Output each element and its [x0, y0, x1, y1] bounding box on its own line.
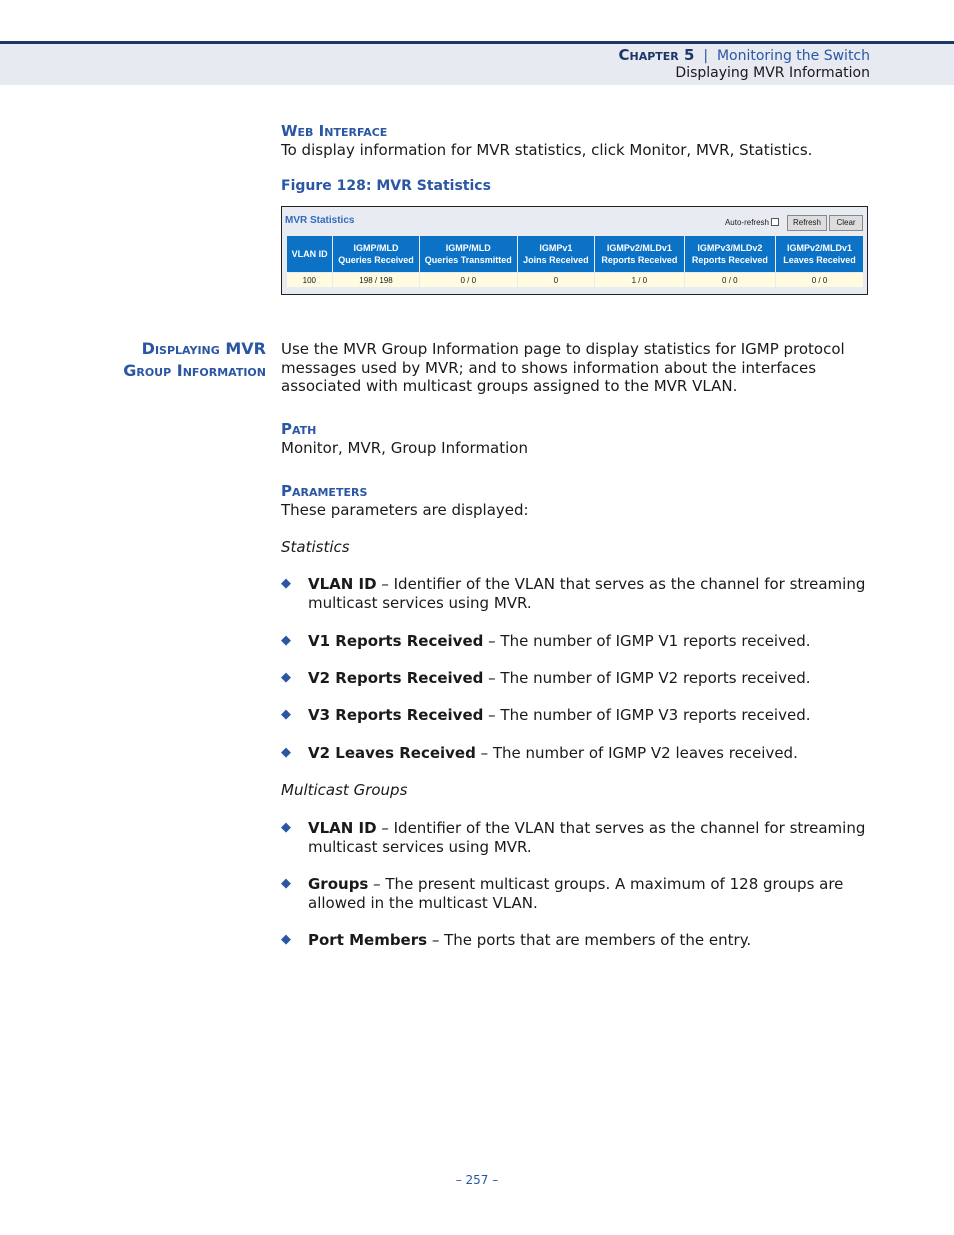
column-header: IGMP/MLD Queries Transmitted	[418, 235, 518, 273]
diamond-bullet-icon: ◆	[281, 576, 291, 591]
column-header: IGMPv2/MLDv1 Reports Received	[594, 235, 685, 273]
section-heading: Displaying MVR Group Information	[123, 339, 266, 380]
path-text: Monitor, MVR, Group Information	[281, 439, 528, 457]
list-item: ◆ V1 Reports Received – The number of IGM…	[281, 632, 811, 650]
parameters-heading: Parameters	[281, 482, 368, 500]
column-header: IGMP/MLD Queries Received	[332, 235, 420, 273]
table-cell: 1 / 0	[594, 272, 685, 287]
mvr-statistics-figure: MVR Statistics Auto-refresh Refresh Clea…	[281, 206, 868, 295]
parameters-text: These parameters are displayed:	[281, 501, 529, 519]
web-interface-text: To display information for MVR statistic…	[281, 141, 813, 159]
list-item: ◆ VLAN ID – Identifier of the VLAN that s…	[281, 819, 866, 856]
page-number: – 257 –	[455, 1173, 499, 1187]
column-header: VLAN ID	[285, 235, 334, 273]
diamond-bullet-icon: ◆	[281, 876, 291, 891]
diamond-bullet-icon: ◆	[281, 820, 291, 835]
auto-refresh-label: Auto-refresh	[724, 218, 769, 227]
list-item: ◆ V3 Reports Received – The number of IGM…	[281, 706, 811, 724]
table-cell: 0 / 0	[419, 272, 518, 287]
list-item: ◆ V2 Reports Received – The number of IGM…	[281, 669, 811, 687]
diamond-bullet-icon: ◆	[281, 745, 291, 760]
auto-refresh-checkbox[interactable]	[771, 218, 779, 226]
table-cell: 100	[286, 272, 334, 287]
statistics-label: Statistics	[281, 538, 350, 556]
list-item: ◆ VLAN ID – Identifier of the VLAN that s…	[281, 575, 866, 612]
table-cell: 0 / 0	[684, 272, 777, 287]
list-item: ◆ Groups – The present multicast groups. …	[281, 875, 844, 912]
table-cell: 0	[517, 272, 596, 287]
running-header: Chapter 5 | Monitoring the Switch	[618, 46, 871, 64]
path-heading: Path	[281, 420, 317, 438]
column-header: IGMPv2/MLDv1 Leaves Received	[775, 235, 864, 273]
figure-title: MVR Statistics	[285, 215, 355, 226]
column-header: IGMPv1 Joins Received	[516, 235, 596, 273]
section-intro: Use the MVR Group Information page to di…	[281, 340, 845, 395]
figure-caption: Figure 128: MVR Statistics	[281, 178, 491, 194]
diamond-bullet-icon: ◆	[281, 707, 291, 722]
running-section: Displaying MVR Information	[675, 65, 870, 81]
manual-page: Chapter 5 | Monitoring the Switch Displa…	[0, 0, 954, 1235]
list-item: ◆ Port Members – The ports that are membe…	[281, 931, 752, 949]
groups-label: Multicast Groups	[281, 781, 408, 799]
statistics-table: VLAN ID IGMP/MLD Queries Received IGMP/MLD Q…	[285, 235, 864, 287]
diamond-bullet-icon: ◆	[281, 670, 291, 685]
web-interface-heading: Web Interface	[281, 122, 388, 140]
table-cell: 0 / 0	[775, 272, 864, 287]
list-item: ◆ V2 Leaves Received – The number of IGMP…	[281, 744, 798, 762]
diamond-bullet-icon: ◆	[281, 633, 291, 648]
table-cell: 198 / 198	[332, 272, 420, 287]
clear-button[interactable]: Clear	[829, 215, 863, 231]
refresh-button[interactable]: Refresh	[787, 215, 827, 231]
diamond-bullet-icon: ◆	[281, 932, 291, 947]
column-header: IGMPv3/MLDv2 Reports Received	[683, 235, 777, 273]
